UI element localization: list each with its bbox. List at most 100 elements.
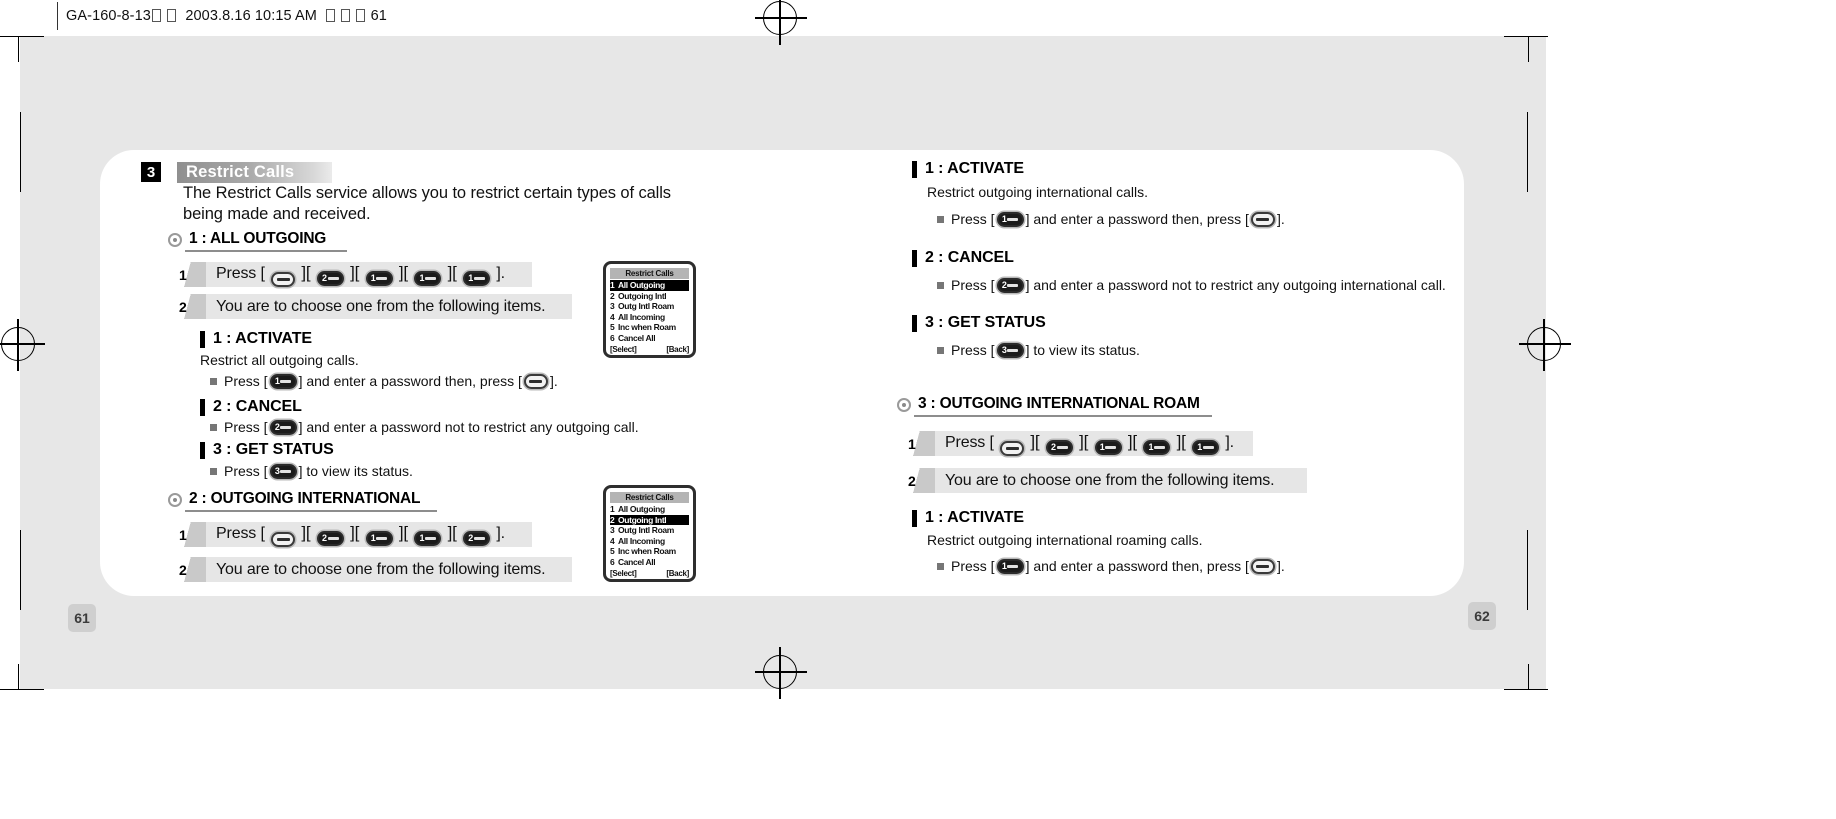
print-timestamp: 2003.8.16 10:15 AM: [185, 8, 317, 24]
key-1-icon: 1: [1094, 439, 1122, 455]
step-text: Press [ ][ 2 ][ 1 ][ 1 ][ 2 ].: [206, 523, 505, 547]
step-row: 2 You are to choose one from the followi…: [172, 557, 572, 582]
page-number-right: 62: [1468, 602, 1496, 630]
bullet-instruction: Press [ 1 ] and enter a password then, p…: [210, 373, 558, 389]
square-bullet-icon: [210, 423, 217, 431]
phone-menu-item[interactable]: 6 Cancel All: [610, 557, 689, 568]
phone-screen-title: Restrict Calls: [610, 268, 689, 279]
subsection-header-all-outgoing[interactable]: 1 : ALL OUTGOING: [168, 230, 326, 250]
phone-menu-list: 1 All Outgoing 2 Outgoing Intl 3 Outg Intl …: [610, 504, 689, 567]
subsection-header-label: 2 : OUTGOING INTERNATIONAL: [189, 490, 421, 507]
subsection-header-outgoing-intl[interactable]: 2 : OUTGOING INTERNATIONAL: [168, 490, 421, 510]
key-ok-icon: [1250, 211, 1275, 227]
step-text: You are to choose one from the following…: [216, 297, 546, 315]
crop-mark: [18, 664, 19, 690]
phone-screen-mockup: Restrict Calls 1 All Outgoing 2 Outgoing I…: [603, 485, 696, 582]
phone-screen-mockup: Restrict Calls 1 All Outgoing 2 Outgoing I…: [603, 261, 696, 358]
item-description: Restrict outgoing international roaming …: [927, 532, 1203, 548]
bullet-instruction: Press [ 2 ] and enter a password not to …: [937, 277, 1446, 293]
key-ok-icon: [523, 373, 548, 389]
manual-page-spread: GA-160-8-13 2003.8.16 10:15 AM 61 3 Rest…: [0, 0, 1836, 819]
bullet-text-middle: ] and enter a password then, press [: [1025, 558, 1249, 574]
subsection-header-outgoing-intl-roam[interactable]: 3 : OUTGOING INTERNATIONAL ROAM: [897, 395, 1200, 415]
phone-menu-item[interactable]: 1 All Outgoing: [610, 280, 689, 291]
phone-menu-item[interactable]: 1 All Outgoing: [610, 504, 689, 515]
cjk-glyph-box: [167, 9, 177, 22]
square-bullet-icon: [937, 281, 944, 289]
bullet-instruction: Press [ 3 ] to view its status.: [937, 342, 1140, 358]
phone-menu-item[interactable]: 3 Outg Intl Roam: [610, 301, 689, 312]
phone-menu-item[interactable]: 4 All Incoming: [610, 536, 689, 547]
softkey-select[interactable]: [Select]: [610, 345, 637, 354]
square-bullet-icon: [210, 377, 217, 385]
phone-menu-item[interactable]: 3 Outg Intl Roam: [610, 525, 689, 536]
cjk-glyph-box: [341, 9, 351, 22]
bullet-text-suffix: ].: [1276, 211, 1285, 227]
item-header-label: 1 : ACTIVATE: [925, 160, 1024, 177]
registration-mark-bottom: [755, 647, 807, 699]
square-bullet-icon: [937, 215, 944, 223]
phone-menu-item[interactable]: 4 All Incoming: [610, 312, 689, 323]
crop-mark: [0, 689, 44, 690]
step-text-suffix: ].: [1225, 433, 1234, 451]
step-number: 2: [901, 468, 935, 493]
key-2-icon: 2: [316, 270, 344, 286]
item-header-get-status: 3 : GET STATUS: [200, 441, 334, 459]
softkey-back[interactable]: [Back]: [666, 569, 689, 578]
bullet-instruction: Press [ 1 ] and enter a password then, p…: [937, 558, 1285, 574]
bullet-text-middle: ] and enter a password then, press [: [298, 373, 522, 389]
subsection-underline: [914, 415, 1212, 417]
step-row: 2 You are to choose one from the followi…: [901, 468, 1307, 493]
softkey-select[interactable]: [Select]: [610, 569, 637, 578]
step-text-prefix: Press [: [216, 264, 265, 282]
phone-screen-title: Restrict Calls: [610, 492, 689, 503]
print-header-text: GA-160-8-13 2003.8.16 10:15 AM 61: [66, 0, 387, 32]
item-bar-icon: [912, 509, 917, 527]
key-1-icon: 1: [996, 211, 1024, 227]
phone-menu-item[interactable]: 6 Cancel All: [610, 333, 689, 344]
radio-bullet-icon: [897, 398, 911, 412]
item-header-activate: 1 : ACTIVATE: [912, 160, 1024, 178]
bullet-text-suffix: ].: [549, 373, 558, 389]
step-row: 2 You are to choose one from the followi…: [172, 294, 572, 319]
bullet-instruction: Press [ 2 ] and enter a password not to …: [210, 419, 639, 435]
step-number: 2: [172, 294, 206, 319]
crop-mark: [1528, 36, 1529, 62]
item-header-label: 2 : CANCEL: [213, 398, 302, 415]
key-1-icon: 1: [414, 270, 442, 286]
softkey-back[interactable]: [Back]: [666, 345, 689, 354]
subsection-underline: [185, 510, 437, 512]
bullet-text-prefix: Press [: [951, 277, 995, 293]
step-text-prefix: Press [: [945, 433, 994, 451]
step-text-prefix: Press [: [216, 524, 265, 542]
crop-mark: [20, 530, 21, 610]
item-header-activate: 1 : ACTIVATE: [912, 509, 1024, 527]
item-header-label: 2 : CANCEL: [925, 249, 1014, 266]
phone-menu-item[interactable]: 5 Inc when Roam: [610, 322, 689, 333]
phone-menu-item[interactable]: 5 Inc when Roam: [610, 546, 689, 557]
bullet-text-middle: ] and enter a password not to restrict a…: [1025, 277, 1446, 293]
key-1-icon: 1: [1192, 439, 1220, 455]
key-ok-icon: [271, 271, 296, 287]
doc-code: GA-160-8-13: [66, 8, 151, 24]
bullet-text-prefix: Press [: [951, 558, 995, 574]
item-header-label: 3 : GET STATUS: [213, 441, 334, 458]
item-header-cancel: 2 : CANCEL: [912, 249, 1014, 267]
key-2-icon: 2: [463, 530, 491, 546]
key-1-icon: 1: [414, 530, 442, 546]
bullet-text-middle: ] and enter a password not to restrict a…: [298, 419, 639, 435]
phone-menu-item[interactable]: 2 Outgoing Intl: [610, 291, 689, 302]
item-bar-icon: [912, 160, 917, 178]
key-1-icon: 1: [996, 558, 1024, 574]
square-bullet-icon: [210, 467, 217, 475]
square-bullet-icon: [937, 346, 944, 354]
registration-mark-right: [1519, 319, 1571, 371]
bullet-instruction: Press [ 1 ] and enter a password then, p…: [937, 211, 1285, 227]
phone-menu-item[interactable]: 2 Outgoing Intl: [610, 514, 689, 525]
item-description: Restrict outgoing international calls.: [927, 184, 1149, 200]
crop-mark: [18, 36, 19, 62]
section-intro-line1: The Restrict Calls service allows you to…: [183, 184, 671, 202]
step-text-suffix: ].: [496, 264, 505, 282]
item-bar-icon: [200, 441, 205, 459]
bullet-text-middle: ] and enter a password then, press [: [1025, 211, 1249, 227]
